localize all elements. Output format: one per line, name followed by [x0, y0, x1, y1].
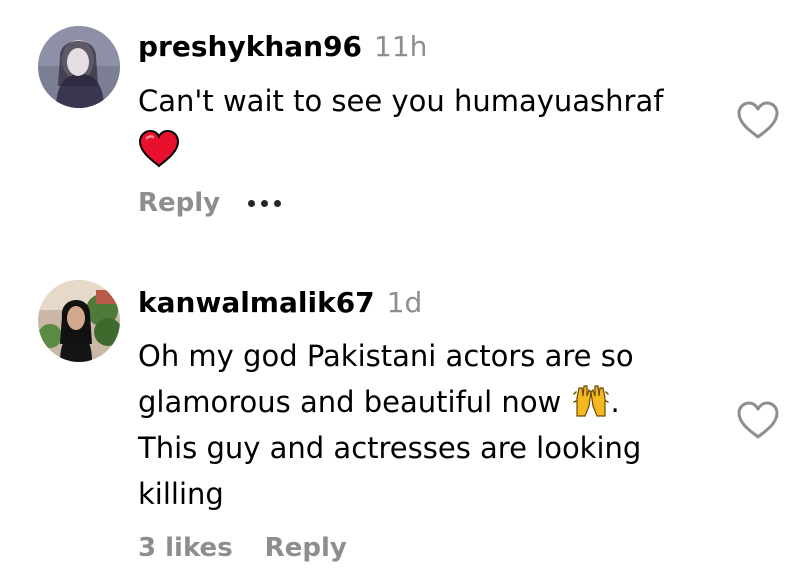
comments-list: preshykhan96 11h Can't wait to see you h…: [0, 0, 802, 570]
avatar-image: [38, 280, 120, 362]
comment-text-suffix: .: [610, 385, 620, 419]
username[interactable]: preshykhan96: [138, 30, 362, 63]
dot: [248, 199, 256, 207]
dot: [274, 199, 282, 207]
avatar[interactable]: [38, 280, 120, 362]
comment-text-segment: glamorous and beautiful now: [138, 385, 562, 419]
comment-text-line: Oh my god Pakistani actors are so: [138, 339, 634, 373]
red-heart-emoji-icon: [138, 130, 180, 168]
comment-emoji-line: [138, 124, 718, 170]
comment-actions: 3 likes Reply: [138, 533, 347, 563]
comment-text-line: glamorous and beautiful now .: [138, 379, 698, 425]
heart-outline-icon[interactable]: [736, 100, 780, 140]
timestamp[interactable]: 1d: [387, 286, 423, 319]
reply-button[interactable]: Reply: [265, 533, 347, 563]
avatar[interactable]: [38, 26, 120, 108]
likes-count[interactable]: 3 likes: [138, 533, 233, 563]
comment-header: kanwalmalik67 1d: [138, 286, 422, 319]
more-horizontal-icon[interactable]: [248, 199, 282, 207]
comment-text-line: This guy and actresses are looking: [138, 431, 642, 465]
comment-text-line: killing: [138, 477, 224, 511]
comment-text: Oh my god Pakistani actors are so glamor…: [138, 333, 698, 517]
heart-outline-icon[interactable]: [736, 400, 780, 440]
raising-hands-emoji-icon: [572, 385, 609, 417]
comment-text-line: Can't wait to see you humayuashraf: [138, 84, 664, 118]
comment-text: Can't wait to see you humayuashraf: [138, 78, 718, 170]
dot: [261, 199, 269, 207]
username[interactable]: kanwalmalik67: [138, 286, 375, 319]
reply-button[interactable]: Reply: [138, 188, 220, 218]
comment-header: preshykhan96 11h: [138, 30, 427, 63]
avatar-image: [38, 26, 120, 108]
timestamp[interactable]: 11h: [374, 30, 427, 63]
comment-actions: Reply: [138, 188, 282, 218]
